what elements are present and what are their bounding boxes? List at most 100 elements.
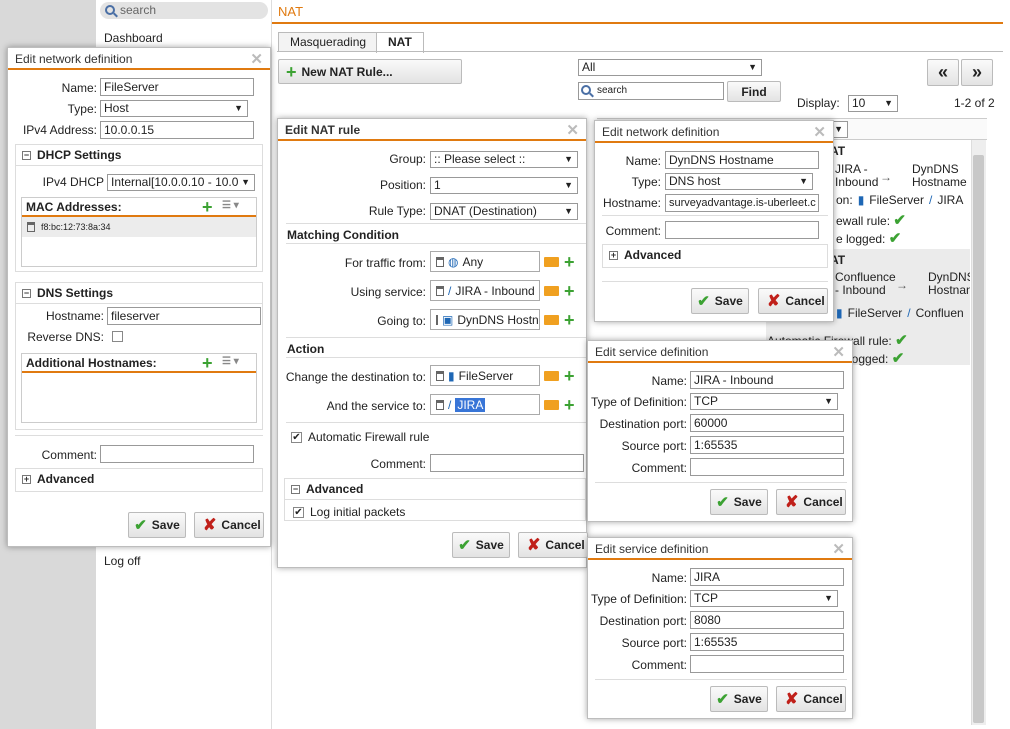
cancel-button[interactable]: ✘ Cancel <box>776 489 846 515</box>
mac-entry[interactable]: f8:bc:12:73:8a:34 <box>22 217 256 237</box>
page-title: NAT <box>278 4 304 19</box>
additional-hostnames-list: Additional Hostnames: + ☰ ▾ <box>21 353 257 423</box>
tab-masquerading[interactable]: Masquerading <box>278 32 379 52</box>
plus-icon[interactable]: + <box>564 282 575 300</box>
dns-header[interactable]: − DNS Settings <box>16 283 262 304</box>
last-page-button[interactable]: » <box>961 59 993 86</box>
trash-icon[interactable] <box>436 314 438 325</box>
advanced-header[interactable]: + Advanced <box>603 245 827 265</box>
destination-port-input[interactable]: 8080 <box>690 611 844 629</box>
close-icon[interactable]: ✕ <box>566 121 579 139</box>
plus-icon[interactable]: + <box>564 396 575 414</box>
change-destination-field[interactable]: ▮ FileServer <box>430 365 540 386</box>
using-service-field[interactable]: / JIRA - Inbound <box>430 280 540 301</box>
type-select[interactable]: DNS host ▼ <box>665 173 813 190</box>
check-icon: ✔ <box>458 537 471 554</box>
trash-icon[interactable] <box>436 256 444 267</box>
plus-icon[interactable]: + <box>202 198 213 216</box>
save-button[interactable]: ✔ Save <box>452 532 510 558</box>
name-input[interactable]: DynDNS Hostname <box>665 151 819 169</box>
name-input[interactable]: JIRA - Inbound <box>690 371 844 389</box>
hostname-input[interactable]: surveyadvantage.is-uberleet.c <box>665 194 819 212</box>
comment-input[interactable] <box>690 458 844 476</box>
comment-input[interactable] <box>100 445 254 463</box>
plus-icon[interactable]: + <box>564 367 575 385</box>
traffic-from-value: Any <box>462 254 484 269</box>
tab-nat[interactable]: NAT <box>376 32 424 53</box>
traffic-from-field[interactable]: ◍ Any <box>430 251 540 272</box>
ipv4-input[interactable]: 10.0.0.15 <box>100 121 254 139</box>
cancel-button[interactable]: ✘ Cancel <box>518 532 588 558</box>
auto-firewall-checkbox[interactable]: ✔ <box>291 431 302 443</box>
rule1-host: FileServer <box>869 193 924 207</box>
save-button[interactable]: ✔ Save <box>128 512 186 538</box>
definition-type-select[interactable]: TCP ▼ <box>690 590 838 607</box>
comment-label: Comment: <box>631 658 687 672</box>
filter-select[interactable]: All ▼ <box>578 59 762 76</box>
search-icon <box>581 85 591 95</box>
plus-icon[interactable]: + <box>202 354 213 372</box>
close-icon[interactable]: ✕ <box>832 343 845 361</box>
type-label: Type: <box>631 175 661 189</box>
source-port-input[interactable]: 1:65535 <box>690 633 844 651</box>
list-search-input[interactable]: search <box>578 82 724 100</box>
folder-icon[interactable] <box>544 257 559 267</box>
save-label: Save <box>151 518 180 532</box>
list-menu-icon[interactable]: ☰ ▾ <box>222 356 239 367</box>
and-service-field[interactable]: / JIRA <box>430 394 540 415</box>
advanced-header[interactable]: + Advanced <box>16 469 262 489</box>
trash-icon[interactable] <box>436 370 444 381</box>
close-icon: ✘ <box>203 517 217 534</box>
hostname-input[interactable]: fileserver <box>107 307 261 325</box>
reverse-dns-checkbox[interactable] <box>112 331 123 342</box>
dhcp-header[interactable]: − DHCP Settings <box>16 145 262 166</box>
nav-dashboard[interactable]: Dashboard <box>104 31 163 45</box>
log-packets-checkbox[interactable]: ✔ <box>293 506 304 518</box>
comment-input[interactable] <box>430 454 584 472</box>
save-button[interactable]: ✔ Save <box>710 686 768 712</box>
dns-title: DNS Settings <box>37 286 114 300</box>
list-menu-icon[interactable]: ☰ ▾ <box>222 200 239 211</box>
display-count-select[interactable]: 10 ▼ <box>848 95 898 112</box>
destination-port-input[interactable]: 60000 <box>690 414 844 432</box>
close-icon[interactable]: ✕ <box>250 50 263 68</box>
close-icon[interactable]: ✕ <box>813 123 826 141</box>
comment-input[interactable] <box>690 655 844 673</box>
new-nat-rule-button[interactable]: + New NAT Rule... <box>278 59 462 84</box>
find-button[interactable]: Find <box>727 81 781 102</box>
trash-icon[interactable] <box>436 285 444 296</box>
nav-search-input[interactable]: search <box>100 2 268 19</box>
trash-icon[interactable] <box>27 222 35 232</box>
name-input[interactable]: JIRA <box>690 568 844 586</box>
definition-type-select[interactable]: TCP ▼ <box>690 393 838 410</box>
advanced-header[interactable]: − Advanced <box>285 479 585 500</box>
first-page-button[interactable]: « <box>927 59 959 86</box>
expand-icon: + <box>609 249 618 260</box>
auto-firewall-label: Automatic Firewall rule <box>308 430 430 444</box>
comment-label: Comment: <box>370 457 426 471</box>
folder-icon[interactable] <box>544 371 559 381</box>
comment-input[interactable] <box>665 221 819 239</box>
type-select[interactable]: Host ▼ <box>100 100 248 117</box>
plus-icon[interactable]: + <box>564 311 575 329</box>
cancel-button[interactable]: ✘ Cancel <box>194 512 264 538</box>
save-button[interactable]: ✔ Save <box>691 288 749 314</box>
name-input[interactable]: FileServer <box>100 78 254 96</box>
close-icon[interactable]: ✕ <box>832 540 845 558</box>
folder-icon[interactable] <box>544 286 559 296</box>
cancel-button[interactable]: ✘ Cancel <box>758 288 828 314</box>
plus-icon[interactable]: + <box>564 253 575 271</box>
list-scrollbar-thumb[interactable] <box>973 155 984 723</box>
folder-icon[interactable] <box>544 400 559 410</box>
going-to-field[interactable]: ▣DynDNS Hostname <box>430 309 540 330</box>
position-select[interactable]: 1 ▼ <box>430 177 578 194</box>
group-select[interactable]: :: Please select :: ▼ <box>430 151 578 168</box>
nav-logoff[interactable]: Log off <box>104 554 140 568</box>
folder-icon[interactable] <box>544 315 559 325</box>
ipv4-dhcp-select[interactable]: Internal[10.0.0.10 - 10.0. ▼ <box>107 174 255 191</box>
save-button[interactable]: ✔ Save <box>710 489 768 515</box>
source-port-input[interactable]: 1:65535 <box>690 436 844 454</box>
cancel-button[interactable]: ✘ Cancel <box>776 686 846 712</box>
trash-icon[interactable] <box>436 399 444 410</box>
rule-type-select[interactable]: DNAT (Destination) ▼ <box>430 203 578 220</box>
